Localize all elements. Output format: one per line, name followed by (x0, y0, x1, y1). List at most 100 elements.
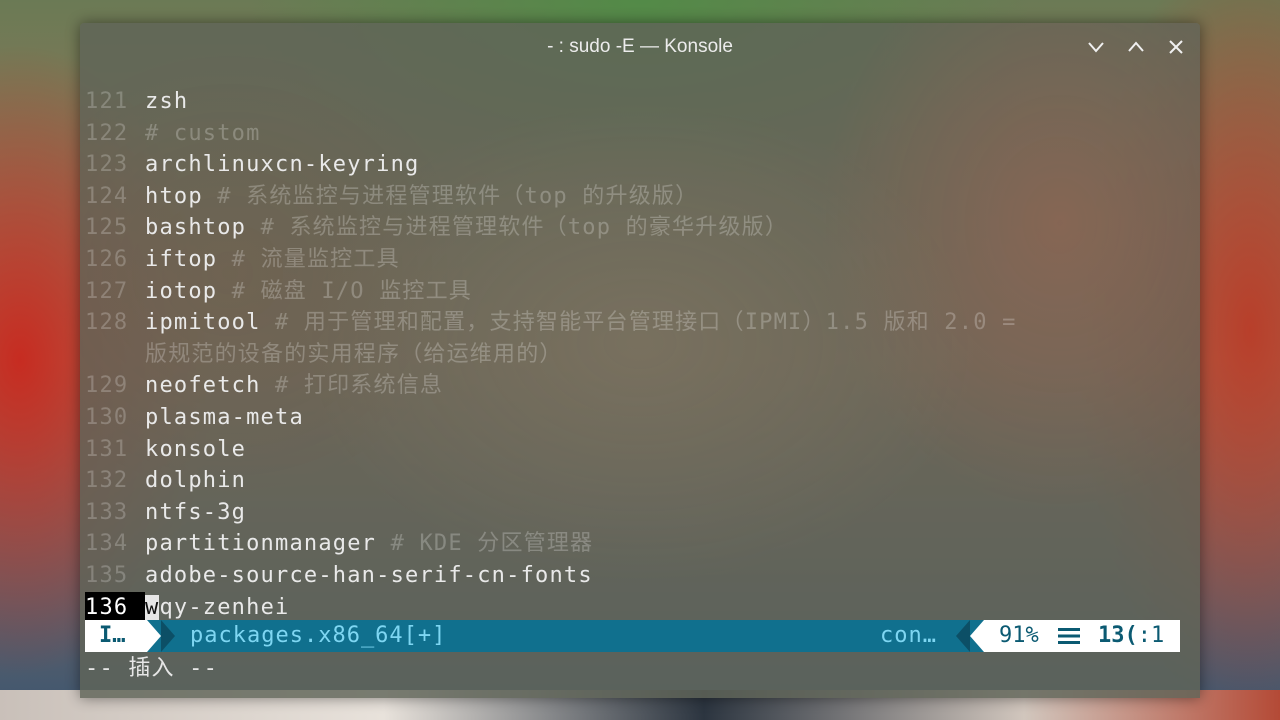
line-code: qy-zenhei (159, 594, 290, 620)
line-code: archlinuxcn-keyring (145, 152, 420, 178)
line-code: dolphin (145, 468, 247, 494)
line-code: iftop (145, 246, 218, 272)
line-code: ntfs-3g (145, 499, 247, 525)
line-text: htop # 系统监控与进程管理软件（top 的升级版） (145, 181, 698, 213)
editor-line[interactable]: 132 dolphin (80, 465, 1200, 497)
line-text: partitionmanager # KDE 分区管理器 (145, 528, 593, 560)
editor-line[interactable]: 126 iftop # 流量监控工具 (80, 244, 1200, 276)
editor-line[interactable]: 135 adobe-source-han-serif-cn-fonts (80, 560, 1200, 592)
separator-arrow-icon (956, 620, 970, 652)
editor-line[interactable]: 128 ipmitool # 用于管理和配置，支持智能平台管理接口（IPMI）1.… (80, 307, 1200, 339)
separator-arrow-icon (161, 620, 175, 652)
line-text: zsh (145, 86, 188, 118)
line-number: 129 (85, 373, 129, 399)
line-comment: # 用于管理和配置，支持智能平台管理接口（IPMI）1.5 版和 2.0 = (260, 310, 1017, 336)
line-number: 131 (85, 436, 129, 462)
mode-indicator: I… (85, 620, 147, 652)
separator-arrow-icon (970, 620, 984, 652)
line-text: bashtop # 系统监控与进程管理软件（top 的豪华升级版） (145, 212, 788, 244)
vim-statusline: I… packages.x86_64[+] con… 91% 13(:1 (85, 620, 1180, 652)
minimize-button[interactable] (1086, 37, 1106, 57)
line-text: # custom (145, 118, 261, 150)
file-name: packages.x86_64[+] (190, 623, 447, 648)
line-code: adobe-source-han-serif-cn-fonts (145, 562, 593, 588)
close-button[interactable] (1166, 37, 1186, 57)
line-code: bashtop (145, 215, 247, 241)
command-line: -- 插入 -- (85, 656, 219, 681)
line-text: dolphin (145, 465, 246, 497)
editor-line[interactable]: 123 archlinuxcn-keyring (80, 149, 1200, 181)
line-text: iftop # 流量监控工具 (145, 244, 400, 276)
chevron-down-icon (1088, 42, 1104, 53)
file-type: con… (880, 623, 937, 648)
line-number: 135 (85, 562, 129, 588)
titlebar[interactable]: - : sudo -E — Konsole (80, 23, 1200, 71)
line-comment: # custom (145, 120, 261, 146)
editor-line[interactable]: 131 konsole (80, 434, 1200, 466)
line-comment: # 磁盘 I/O 监控工具 (217, 278, 472, 304)
line-comment: # 流量监控工具 (217, 246, 400, 272)
line-number: 126 (85, 246, 129, 272)
editor-line[interactable]: 127 iotop # 磁盘 I/O 监控工具 (80, 276, 1200, 308)
line-text: wqy-zenhei (145, 592, 289, 624)
line-text: neofetch # 打印系统信息 (145, 370, 443, 402)
line-comment: # 系统监控与进程管理软件（top 的升级版） (202, 183, 699, 209)
konsole-window: - : sudo -E — Konsole 121 zsh 122 # custom 1… (80, 23, 1200, 698)
line-number: 122 (85, 120, 129, 146)
text-cursor: w (145, 594, 160, 620)
current-editor-line[interactable]: 136 wqy-zenhei (80, 591, 1200, 624)
line-number: 121 (85, 89, 129, 114)
line-col: 13(:1 (1098, 620, 1164, 652)
line-code: neofetch (145, 373, 261, 399)
line-text: iotop # 磁盘 I/O 监控工具 (145, 276, 472, 308)
maximize-button[interactable] (1126, 37, 1146, 57)
line-code: zsh (145, 89, 189, 114)
line-number: 128 (85, 310, 129, 336)
line-number: 133 (85, 499, 129, 525)
line-comment: # 系统监控与进程管理软件（top 的豪华升级版） (246, 215, 789, 241)
line-comment: 版规范的设备的实用程序（给运维用的） (145, 341, 563, 367)
line-number: 127 (85, 278, 129, 304)
line-number-icon (1058, 628, 1080, 644)
line-code: ipmitool (145, 310, 261, 336)
column-value: :1 (1137, 623, 1165, 648)
terminal-view[interactable]: 121 zsh 122 # custom 123 archlinuxcn-keyring 1… (80, 86, 1200, 623)
line-number: 132 (85, 468, 129, 494)
current-line-number: 136 (85, 591, 145, 623)
cursor-position: 91% 13(:1 (984, 620, 1180, 652)
scroll-percent: 91% (999, 623, 1039, 648)
editor-line[interactable]: 134 partitionmanager # KDE 分区管理器 (80, 528, 1200, 560)
line-text: adobe-source-han-serif-cn-fonts (145, 560, 593, 592)
line-text: ntfs-3g (145, 497, 246, 529)
line-number: 125 (85, 215, 129, 241)
editor-line[interactable]: 125 bashtop # 系统监控与进程管理软件（top 的豪华升级版） (80, 212, 1200, 244)
line-number: 124 (85, 183, 129, 209)
close-icon (1169, 40, 1183, 54)
line-number-value: 13( (1098, 623, 1138, 648)
line-code: partitionmanager (145, 531, 377, 557)
line-comment: # KDE 分区管理器 (376, 531, 594, 557)
line-number: 123 (85, 152, 129, 178)
line-text: 版规范的设备的实用程序（给运维用的） (145, 339, 563, 371)
line-comment: # 打印系统信息 (260, 373, 444, 399)
editor-line[interactable]: 121 zsh (80, 86, 1200, 118)
line-code: plasma-meta (145, 404, 304, 430)
editor-line[interactable]: 122 # custom (80, 118, 1200, 150)
line-text: ipmitool # 用于管理和配置，支持智能平台管理接口（IPMI）1.5 版… (145, 307, 1017, 339)
editor-line[interactable]: 124 htop # 系统监控与进程管理软件（top 的升级版） (80, 181, 1200, 213)
editor-line[interactable]: 130 plasma-meta (80, 402, 1200, 434)
line-number: 134 (85, 531, 129, 557)
line-code: konsole (145, 436, 247, 462)
separator-arrow-icon (147, 620, 161, 652)
editor-line[interactable]: 版规范的设备的实用程序（给运维用的） (80, 339, 1200, 371)
line-text: archlinuxcn-keyring (145, 149, 419, 181)
chevron-up-icon (1128, 41, 1144, 52)
line-code: iotop (145, 278, 218, 304)
line-text: konsole (145, 434, 246, 466)
line-code: htop (145, 183, 203, 209)
window-title: - : sudo -E — Konsole (547, 36, 733, 57)
line-text: plasma-meta (145, 402, 304, 434)
editor-line[interactable]: 129 neofetch # 打印系统信息 (80, 370, 1200, 402)
line-number: 130 (85, 404, 129, 430)
editor-line[interactable]: 133 ntfs-3g (80, 497, 1200, 529)
